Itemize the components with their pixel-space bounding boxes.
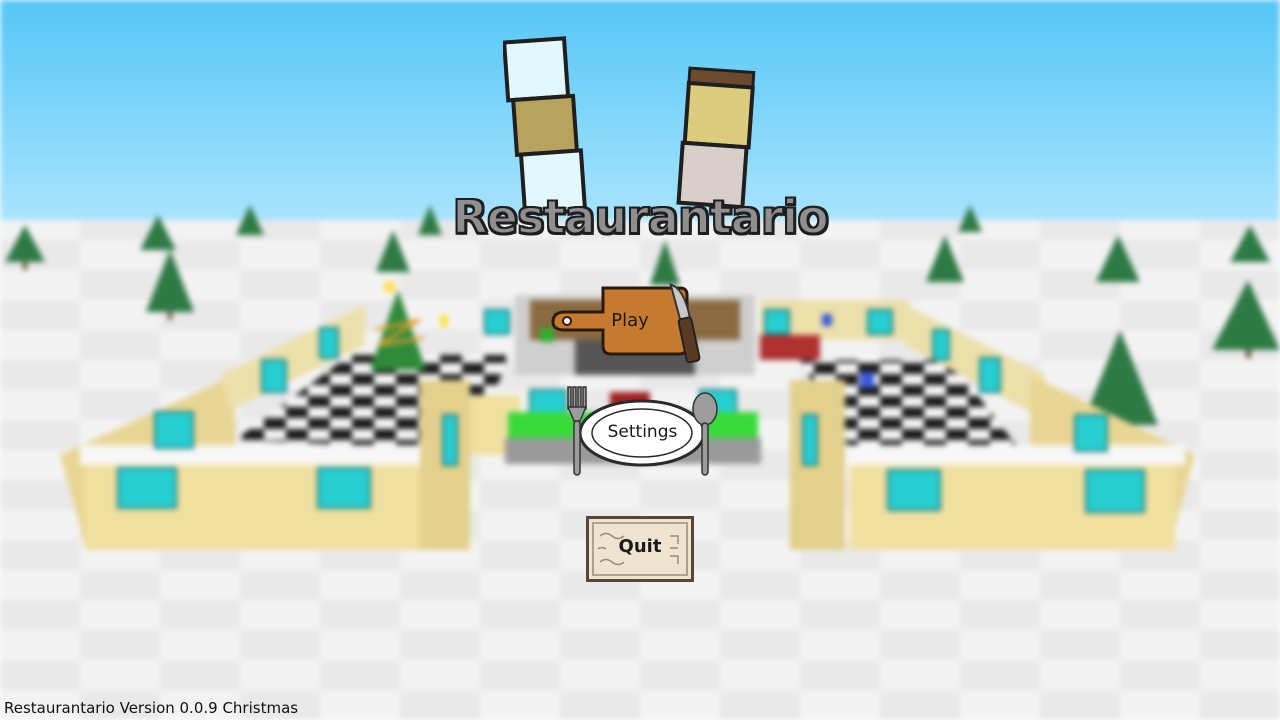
- play-button[interactable]: Play: [545, 278, 715, 366]
- version-label: Restaurantario Version 0.0.9 Christmas: [4, 699, 299, 717]
- quit-label: Quit: [618, 536, 662, 557]
- main-menu-scene: Restaurantario Play Settings Quit Restau…: [0, 0, 1280, 720]
- settings-button[interactable]: Settings: [560, 385, 725, 477]
- game-title: Restaurantario: [451, 189, 829, 245]
- settings-label: Settings: [607, 422, 678, 442]
- quit-button[interactable]: Quit: [584, 514, 696, 584]
- chef-character-left: [503, 36, 588, 215]
- play-label: Play: [611, 310, 649, 331]
